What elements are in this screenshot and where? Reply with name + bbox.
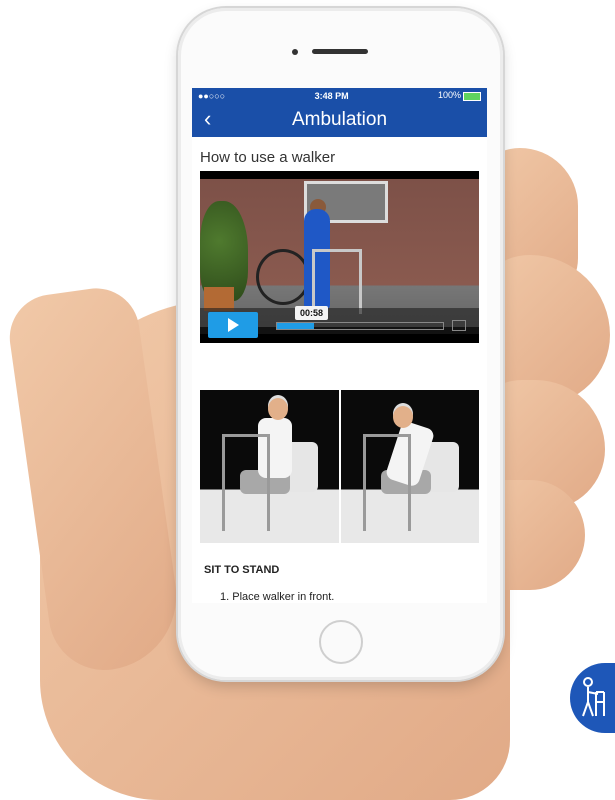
battery-icon [462,91,481,101]
video-progress-bar[interactable] [276,322,444,330]
instruction-photos [200,390,479,543]
instruction-heading: SIT TO STAND [204,564,280,576]
chevron-left-icon[interactable]: ‹ [204,108,211,130]
play-button[interactable] [208,312,258,338]
app-screen: ●●○○○ 3:48 PM 100% ‹ Ambulation How to u… [192,88,487,603]
video-walker [312,249,362,314]
video-wheelchair [256,249,310,305]
speaker-grill [312,49,368,54]
video-plant [200,201,248,301]
airplay-icon[interactable] [452,320,466,331]
video-player[interactable]: 00:58 [200,171,479,343]
status-bar: ●●○○○ 3:48 PM 100% [192,88,487,103]
instruction-step: 1. Place walker in front. [220,591,335,603]
signal-indicator: ●●○○○ [198,90,226,101]
video-progress-fill [277,323,314,329]
home-button[interactable] [319,620,363,664]
photo-rising [340,390,479,543]
nav-bar: ‹ Ambulation [192,103,487,137]
photo-seated [200,390,339,543]
battery-percent: 100% [437,90,461,101]
section-title: How to use a walker [200,149,336,166]
status-time: 3:48 PM [314,90,349,101]
nav-title: Ambulation [291,109,388,130]
camera-dot [292,49,298,55]
video-frame [200,179,479,327]
play-icon [227,318,239,332]
video-timestamp: 00:58 [295,306,329,320]
battery-indicator: 100% [437,90,481,101]
